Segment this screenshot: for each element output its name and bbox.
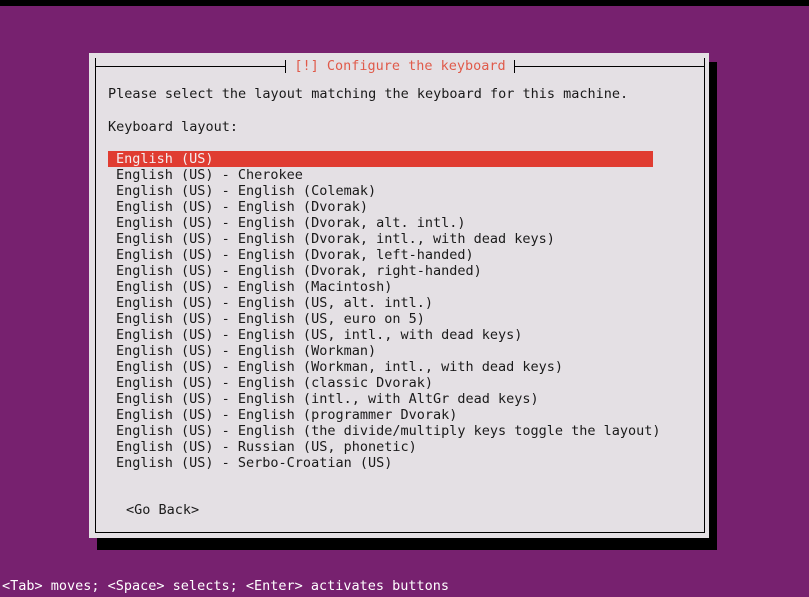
list-item[interactable]: English (US) - English (Workman, intl., …	[108, 359, 653, 375]
list-item[interactable]: English (US) - English (Dvorak, left-han…	[108, 247, 653, 263]
list-item[interactable]: English (US) - English (US, alt. intl.)	[108, 295, 653, 311]
title-rule-left	[95, 65, 286, 67]
status-bar-hint: <Tab> moves; <Space> selects; <Enter> ac…	[0, 575, 809, 597]
prompt-text: Please select the layout matching the ke…	[108, 86, 629, 102]
list-item[interactable]: English (US) - Serbo-Croatian (US)	[108, 455, 653, 471]
go-back-button[interactable]: <Go Back>	[126, 502, 199, 518]
list-item[interactable]: English (US) - English (Macintosh)	[108, 279, 653, 295]
list-item[interactable]: English (US)	[108, 151, 653, 167]
list-item[interactable]: English (US) - English (Dvorak)	[108, 199, 653, 215]
list-item[interactable]: English (US) - Russian (US, phonetic)	[108, 439, 653, 455]
list-item[interactable]: English (US) - English (Colemak)	[108, 183, 653, 199]
list-item[interactable]: English (US) - English (intl., with AltG…	[108, 391, 653, 407]
list-item[interactable]: English (US) - Cherokee	[108, 167, 653, 183]
list-item[interactable]: English (US) - English (US, intl., with …	[108, 327, 653, 343]
dialog-button-row: <Go Back>	[108, 499, 698, 518]
list-item[interactable]: English (US) - English (Dvorak, intl., w…	[108, 231, 653, 247]
list-item[interactable]: English (US) - English (classic Dvorak)	[108, 375, 653, 391]
configure-keyboard-dialog: [!] Configure the keyboard Please select…	[89, 53, 709, 538]
title-rule-right	[514, 65, 706, 67]
installer-screen: [!] Configure the keyboard Please select…	[0, 0, 809, 597]
dialog-title-bar: [!] Configure the keyboard	[95, 57, 706, 75]
list-item[interactable]: English (US) - English (programmer Dvora…	[108, 407, 653, 423]
keyboard-layout-label: Keyboard layout:	[108, 119, 239, 135]
dialog-body: Please select the layout matching the ke…	[108, 86, 698, 518]
list-item[interactable]: English (US) - English (the divide/multi…	[108, 423, 661, 439]
list-item[interactable]: English (US) - English (Dvorak, right-ha…	[108, 263, 653, 279]
keyboard-layout-list[interactable]: English (US) English (US) - Cherokee Eng…	[108, 151, 661, 471]
dialog-title: [!] Configure the keyboard	[286, 57, 514, 75]
list-item[interactable]: English (US) - English (US, euro on 5)	[108, 311, 653, 327]
list-item[interactable]: English (US) - English (Workman)	[108, 343, 653, 359]
list-item[interactable]: English (US) - English (Dvorak, alt. int…	[108, 215, 653, 231]
